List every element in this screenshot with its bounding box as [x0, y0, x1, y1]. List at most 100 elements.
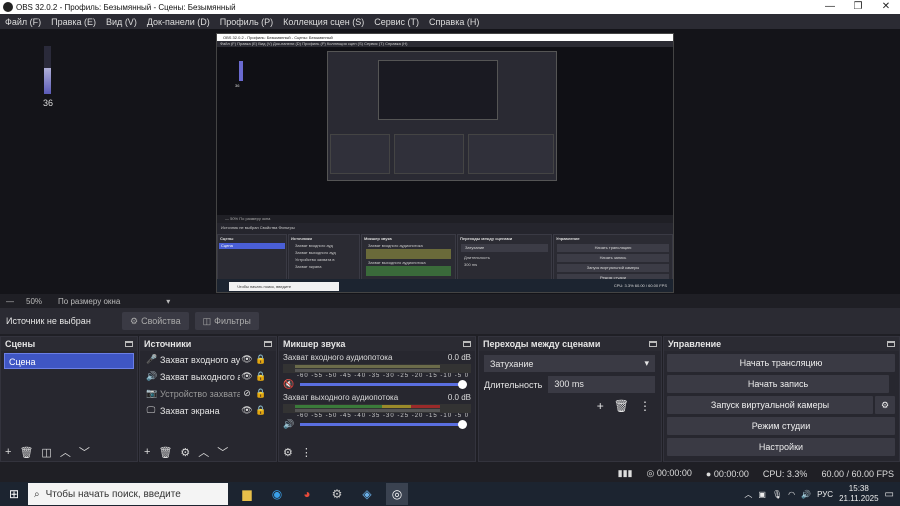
start-streaming-button[interactable]: Начать трансляцию [667, 354, 895, 372]
popout-icon[interactable] [264, 341, 272, 347]
level-meter [283, 404, 471, 413]
add-transition-button[interactable]: + [597, 399, 604, 413]
preview-captured-screen[interactable]: OBS 32.0.2 - Профиль: Безымянный - Сцены… [216, 33, 674, 293]
speaker-icon: 🔊 [146, 371, 158, 381]
volume-icon[interactable]: 🔊 [801, 490, 811, 499]
volume-slider[interactable] [300, 419, 467, 429]
lock-icon[interactable]: 🔒 [254, 388, 268, 399]
title-bar: OBS 32.0.2 - Профиль: Безымянный - Сцены… [0, 0, 900, 14]
obs-window: OBS 32.0.2 - Профиль: Безымянный - Сцены… [0, 0, 900, 506]
obs-taskbar-icon[interactable]: ◎ [386, 483, 408, 505]
lock-icon[interactable]: 🔒 [254, 405, 268, 416]
scenes-header: Сцены [5, 339, 36, 349]
transition-menu-button[interactable]: ⋮ [639, 399, 651, 413]
volume-slider-knob[interactable] [458, 419, 467, 429]
chevron-up-icon[interactable]: ︿ [744, 489, 752, 500]
muted-speaker-icon[interactable]: 🔇 [283, 379, 294, 390]
advanced-audio-icon[interactable]: ⚙ [283, 446, 293, 459]
menu-view[interactable]: Вид (V) [101, 17, 142, 27]
nested-meter [239, 61, 243, 81]
eye-icon[interactable]: 👁 [240, 405, 254, 416]
source-row[interactable]: 📷 Устройство захвата ви ⊘ 🔒 [140, 385, 276, 402]
notifications-icon[interactable]: ▭ [885, 489, 894, 500]
edge-icon[interactable]: ◉ [266, 483, 288, 505]
nested-mixer-header: Микшер звука [364, 236, 392, 241]
meter-ticks: -60 -55 -50 -45 -40 -35 -30 -25 -20 -15 … [297, 413, 470, 419]
chrome-icon[interactable]: ◕ [296, 483, 318, 505]
move-down-button[interactable]: ﹀ [79, 444, 90, 460]
clock-time: 15:38 [848, 484, 869, 493]
level-meter-fill [295, 405, 440, 408]
duration-input[interactable]: 300 ms [548, 376, 655, 393]
menu-tools[interactable]: Сервис (T) [369, 17, 424, 27]
record-time: 00:00:00 [713, 468, 749, 479]
close-button[interactable]: ✕ [872, 0, 900, 14]
microphone-icon[interactable]: 🎙 [772, 490, 782, 499]
nested-transitions-header: Переходы между сценами [460, 236, 513, 241]
steam-icon[interactable]: ◈ [356, 483, 378, 505]
remove-source-button[interactable]: 🗑 [158, 446, 172, 459]
lock-icon[interactable]: 🔒 [254, 371, 268, 382]
app-icon[interactable]: ⚙ [326, 483, 348, 505]
menu-file[interactable]: Файл (F) [0, 17, 46, 27]
zoom-fit-label[interactable]: По размеру окна [58, 297, 120, 306]
filters-button[interactable]: ◫ Фильтры [194, 312, 259, 330]
nested-source: Устройство захвата в [295, 257, 335, 262]
level-meter-fill [295, 365, 440, 368]
virtual-camera-settings-button[interactable]: ⚙ [875, 396, 895, 414]
menu-edit[interactable]: Правка (E) [46, 17, 101, 27]
clock[interactable]: 15:38 21.11.2025 [839, 484, 878, 504]
system-tray: ︿ ▣ 🎙 ◠ 🔊 РУС 15:38 21.11.2025 ▭ [744, 482, 894, 506]
eye-icon[interactable]: 👁 [240, 354, 254, 365]
menu-help[interactable]: Справка (H) [424, 17, 484, 27]
virtual-camera-button[interactable]: Запуск виртуальной камеры [667, 396, 873, 414]
add-source-button[interactable]: + [144, 446, 150, 458]
start-recording-button[interactable]: Начать запись [667, 375, 889, 393]
source-properties-button[interactable]: ⚙ [180, 446, 190, 459]
studio-mode-button[interactable]: Режим студии [667, 417, 895, 435]
menu-docks[interactable]: Док-панели (D) [142, 17, 215, 27]
volume-slider-knob[interactable] [458, 379, 467, 389]
channel-name: Захват входного аудиопотока [283, 353, 393, 362]
tray-app-icon[interactable]: ▣ [758, 490, 766, 499]
popout-icon[interactable] [649, 341, 657, 347]
source-row[interactable]: 🖵 Захват экрана 👁 🔒 [140, 402, 276, 419]
filters-label: Фильтры [214, 316, 251, 326]
scene-filters-button[interactable]: ◫ [41, 446, 51, 459]
gear-icon: ⚙ [130, 315, 139, 326]
popout-icon[interactable] [887, 341, 895, 347]
wifi-icon[interactable]: ◠ [788, 490, 795, 499]
menu-scene-collection[interactable]: Коллекция сцен (S) [278, 17, 369, 27]
settings-button[interactable]: Настройки [667, 438, 895, 456]
properties-button[interactable]: ⚙ Свойства [122, 312, 189, 330]
menu-profile[interactable]: Профиль (P) [215, 17, 278, 27]
remove-transition-button[interactable]: 🗑 [614, 399, 629, 413]
move-up-button[interactable]: ︿ [60, 444, 71, 460]
move-up-button[interactable]: ︿ [198, 444, 209, 460]
popout-icon[interactable] [125, 341, 133, 347]
remove-scene-button[interactable]: 🗑 [19, 446, 33, 459]
speaker-icon[interactable]: 🔊 [283, 419, 294, 430]
volume-slider[interactable] [300, 379, 467, 389]
windows-start-icon[interactable]: ⊞ [9, 487, 19, 501]
language-indicator[interactable]: РУС [817, 490, 833, 499]
zoom-out-button[interactable]: — [6, 297, 14, 306]
minimize-button[interactable]: — [816, 0, 844, 14]
eye-hidden-icon[interactable]: ⊘ [240, 388, 254, 399]
maximize-button[interactable]: ❐ [844, 0, 872, 14]
move-down-button[interactable]: ﹀ [217, 444, 228, 460]
file-explorer-icon[interactable]: ▆ [236, 483, 258, 505]
chevron-down-icon[interactable]: ▾ [166, 297, 170, 306]
lock-icon[interactable]: 🔒 [254, 354, 268, 365]
popout-icon[interactable] [463, 341, 471, 347]
scene-item[interactable]: Сцена [4, 353, 134, 369]
eye-icon[interactable]: 👁 [240, 371, 254, 382]
channel-db: 0.0 dB [447, 393, 471, 402]
more-icon[interactable]: ⋮ [301, 446, 312, 459]
cpu-usage: CPU: 3.3% [762, 468, 808, 479]
source-row[interactable]: 🔊 Захват выходного ауди 👁 🔒 [140, 368, 276, 385]
source-row[interactable]: 🎤 Захват входного ауди 👁 🔒 [140, 351, 276, 368]
taskbar-search[interactable]: ⌕ Чтобы начать поиск, введите [28, 483, 228, 505]
add-scene-button[interactable]: + [5, 446, 11, 458]
transition-select[interactable]: Затухание ▾ [484, 355, 655, 372]
